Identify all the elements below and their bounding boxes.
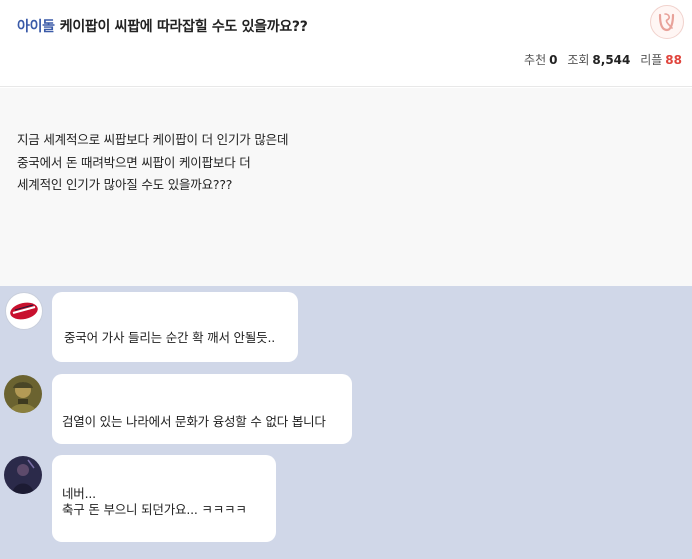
comment-text: 네버... bbox=[62, 486, 96, 501]
comment-bubble: 중국어 가사 들리는 순간 확 깨서 안될듯.. bbox=[52, 292, 298, 362]
views-label: 조회 bbox=[567, 53, 590, 67]
site-logo-icon[interactable] bbox=[650, 5, 684, 39]
comment-text: 중국어 가사 들리는 순간 확 깨서 안될듯.. bbox=[64, 330, 275, 345]
dark-figure-avatar-svg bbox=[4, 456, 42, 494]
recommend-label: 추천 bbox=[524, 53, 547, 67]
post-body-area: 지금 세계적으로 씨팝보다 케이팝이 더 인기가 많은데 중국에서 돈 때려박으… bbox=[0, 88, 692, 286]
tigers-logo-icon[interactable] bbox=[5, 292, 43, 330]
post-header: 아이돌 케이팝이 씨팝에 따라잡힐 수도 있을까요?? 추천 0 조회 8,544 리… bbox=[0, 0, 692, 87]
post-title: 아이돌 케이팝이 씨팝에 따라잡힐 수도 있을까요?? bbox=[17, 16, 308, 36]
post-body-line: 지금 세계적으로 씨팝보다 케이팝이 더 인기가 많은데 bbox=[17, 132, 289, 147]
comment-text: 축구 돈 부으니 되던가요... ㅋㅋㅋㅋ bbox=[62, 502, 247, 517]
post-stats: 추천 0 조회 8,544 리플 88 bbox=[524, 51, 682, 68]
recommend-count: 0 bbox=[549, 53, 558, 67]
site-logo-svg bbox=[658, 13, 675, 32]
post-title-text: 케이팝이 씨팝에 따라잡힐 수도 있을까요?? bbox=[59, 19, 308, 35]
comment-bubble: 검열이 있는 나라에서 문화가 융성할 수 없다 봅니다 bbox=[52, 374, 352, 444]
category-link[interactable]: 아이돌 bbox=[17, 19, 55, 35]
dark-figure-avatar-icon[interactable] bbox=[4, 456, 42, 494]
replies-label: 리플 bbox=[640, 53, 663, 67]
soldier-avatar-icon[interactable] bbox=[4, 375, 42, 413]
replies-count[interactable]: 88 bbox=[665, 53, 682, 67]
comment-text: 검열이 있는 나라에서 문화가 융성할 수 없다 봅니다 bbox=[62, 414, 326, 429]
post-body-line: 중국에서 돈 때려박으면 씨팝이 케이팝보다 더 bbox=[17, 154, 251, 170]
views-count: 8,544 bbox=[592, 53, 631, 67]
comment-list: 중국어 가사 들리는 순간 확 깨서 안될듯.. 검열이 있는 나라에서 문화가… bbox=[0, 286, 692, 559]
post-body: 지금 세계적으로 씨팝보다 케이팝이 더 인기가 많은데 중국에서 돈 때려박으… bbox=[17, 129, 288, 197]
tigers-logo-svg bbox=[8, 295, 40, 327]
post-body-line: 세계적인 인기가 많아질 수도 있을까요??? bbox=[17, 177, 233, 192]
soldier-avatar-svg bbox=[4, 375, 42, 413]
comment-bubble: 네버... 축구 돈 부으니 되던가요... ㅋㅋㅋㅋ bbox=[52, 455, 276, 542]
